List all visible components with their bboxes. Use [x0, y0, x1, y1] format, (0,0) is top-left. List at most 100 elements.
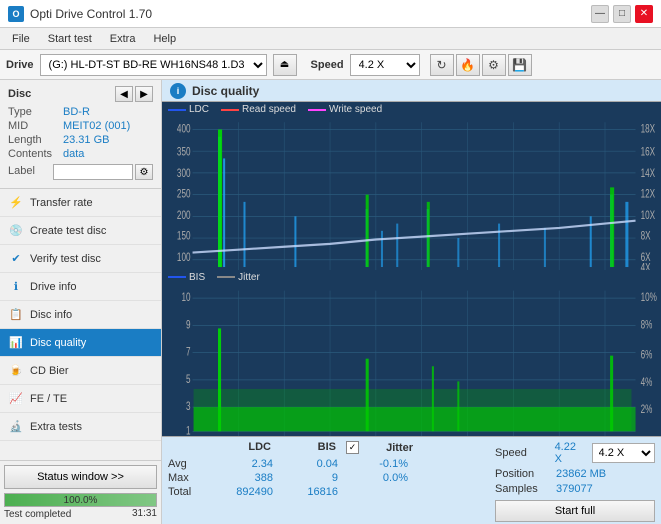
speed-stat-label: Speed — [495, 447, 549, 459]
svg-text:150: 150 — [177, 230, 191, 243]
sidebar-item-disc-quality[interactable]: 📊 Disc quality — [0, 329, 161, 357]
sidebar: Disc ◀ ▶ Type BD-R MID MEIT02 (001) Leng… — [0, 80, 162, 524]
sidebar-item-drive-info[interactable]: ℹ Drive info — [0, 273, 161, 301]
disc-action-icons: ◀ ▶ — [115, 86, 153, 102]
svg-text:2%: 2% — [641, 403, 653, 416]
start-full-button[interactable]: Start full — [495, 500, 655, 522]
close-button[interactable]: ✕ — [635, 5, 653, 23]
stats-bis-header: BIS — [281, 441, 336, 456]
disc-label-input[interactable] — [53, 164, 133, 180]
toolbar-icons: ↻ 🔥 ⚙ 💾 — [430, 54, 532, 76]
sidebar-label-disc-quality: Disc quality — [30, 337, 86, 349]
svg-text:14X: 14X — [641, 168, 656, 181]
disc-title: Disc — [8, 88, 31, 100]
stats-empty-header — [168, 441, 206, 456]
drive-label: Drive — [6, 59, 34, 71]
svg-text:4%: 4% — [641, 376, 653, 389]
svg-text:6%: 6% — [641, 349, 653, 362]
status-window-button[interactable]: Status window >> — [4, 465, 157, 489]
stats-max-bis: 9 — [283, 472, 338, 484]
svg-text:9: 9 — [186, 319, 191, 332]
disc-mid-label: MID — [8, 120, 63, 132]
disc-length-row: Length 23.31 GB — [8, 134, 153, 146]
eject-button[interactable]: ⏏ — [273, 54, 297, 76]
content-area: i Disc quality LDC Read speed — [162, 80, 661, 524]
sidebar-label-verify-test-disc: Verify test disc — [30, 253, 101, 265]
stats-max-label: Max — [168, 472, 208, 484]
stats-avg-label: Avg — [168, 458, 208, 470]
stats-jitter-header: Jitter — [363, 442, 413, 454]
disc-contents-label: Contents — [8, 148, 63, 160]
jitter-checkbox[interactable]: ✓ — [346, 441, 359, 454]
status-time: 31:31 — [132, 508, 157, 519]
disc-contents-value: data — [63, 148, 84, 160]
menu-extra[interactable]: Extra — [102, 31, 144, 47]
burn-button[interactable]: 🔥 — [456, 54, 480, 76]
legend-ldc: LDC — [168, 104, 209, 115]
dual-charts: LDC Read speed Write speed — [162, 102, 661, 436]
speed-stat-value: 4.22 X — [555, 441, 586, 465]
sidebar-item-disc-info[interactable]: 📋 Disc info — [0, 301, 161, 329]
svg-text:10: 10 — [181, 291, 190, 304]
sidebar-label-drive-info: Drive info — [30, 281, 76, 293]
settings-button[interactable]: ⚙ — [482, 54, 506, 76]
write-speed-color — [308, 109, 326, 111]
legend-jitter: Jitter — [217, 272, 260, 283]
legend-jitter-label: Jitter — [238, 272, 260, 283]
chart-top: LDC Read speed Write speed — [162, 102, 661, 270]
stats-total-row: Total 892490 16816 — [168, 486, 487, 498]
sidebar-label-cd-bier: CD Bier — [30, 365, 69, 377]
menu-file[interactable]: File — [4, 31, 38, 47]
sidebar-item-cd-bier[interactable]: 🍺 CD Bier — [0, 357, 161, 385]
svg-text:10%: 10% — [641, 291, 657, 304]
disc-prev-button[interactable]: ◀ — [115, 86, 133, 102]
sidebar-item-create-test-disc[interactable]: 💿 Create test disc — [0, 217, 161, 245]
sidebar-label-transfer-rate: Transfer rate — [30, 197, 93, 209]
stats-table: LDC BIS ✓ Jitter Avg 2.34 0.04 -0.1% — [168, 441, 487, 520]
legend-read-speed: Read speed — [221, 104, 296, 115]
sidebar-label-fe-te: FE / TE — [30, 393, 67, 405]
maximize-button[interactable]: □ — [613, 5, 631, 23]
disc-length-label: Length — [8, 134, 63, 146]
verify-test-disc-icon: ✔ — [8, 251, 24, 267]
disc-contents-row: Contents data — [8, 148, 153, 160]
top-chart-svg: 400 350 300 250 200 150 100 18X 16X 14X … — [162, 115, 661, 282]
create-test-disc-icon: 💿 — [8, 223, 24, 239]
speed-select-toolbar[interactable]: 4.2 X2 X8 X — [350, 54, 420, 76]
refresh-button[interactable]: ↻ — [430, 54, 454, 76]
drive-info-icon: ℹ — [8, 279, 24, 295]
menu-bar: File Start test Extra Help — [0, 28, 661, 50]
position-stat-row: Position 23862 MB — [495, 468, 655, 480]
speed-select-stats[interactable]: 4.2 X — [592, 443, 655, 463]
disc-label-input-row: ⚙ — [53, 164, 153, 180]
title-bar: O Opti Drive Control 1.70 — □ ✕ — [0, 0, 661, 28]
menu-start-test[interactable]: Start test — [40, 31, 100, 47]
disc-next-button[interactable]: ▶ — [135, 86, 153, 102]
sidebar-item-verify-test-disc[interactable]: ✔ Verify test disc — [0, 245, 161, 273]
disc-label-button[interactable]: ⚙ — [135, 164, 153, 180]
disc-type-value: BD-R — [63, 106, 90, 118]
bottom-chart-svg: 10 9 7 5 3 1 10% 8% 6% 4% 2% 0.0 — [162, 283, 661, 437]
stats-avg-jitter: -0.1% — [348, 458, 408, 470]
stats-max-jitter: 0.0% — [348, 472, 408, 484]
disc-type-label: Type — [8, 106, 63, 118]
save-button[interactable]: 💾 — [508, 54, 532, 76]
drive-toolbar: Drive (G:) HL-DT-ST BD-RE WH16NS48 1.D3 … — [0, 50, 661, 80]
sidebar-item-extra-tests[interactable]: 🔬 Extra tests — [0, 413, 161, 441]
legend-write-speed: Write speed — [308, 104, 382, 115]
speed-stat-row: Speed 4.22 X 4.2 X — [495, 441, 655, 465]
minimize-button[interactable]: — — [591, 5, 609, 23]
sidebar-item-transfer-rate[interactable]: ⚡ Transfer rate — [0, 189, 161, 217]
stats-header-row: LDC BIS ✓ Jitter — [168, 441, 487, 456]
disc-quality-title: Disc quality — [192, 84, 259, 98]
samples-stat-label: Samples — [495, 483, 550, 495]
disc-info-icon: 📋 — [8, 307, 24, 323]
menu-help[interactable]: Help — [145, 31, 184, 47]
stats-bar: LDC BIS ✓ Jitter Avg 2.34 0.04 -0.1% — [162, 436, 661, 524]
svg-text:200: 200 — [177, 210, 191, 223]
drive-select[interactable]: (G:) HL-DT-ST BD-RE WH16NS48 1.D3 — [40, 54, 267, 76]
read-speed-color — [221, 109, 239, 111]
progress-bar: 100.0% — [4, 493, 157, 507]
stats-avg-row: Avg 2.34 0.04 -0.1% — [168, 458, 487, 470]
sidebar-item-fe-te[interactable]: 📈 FE / TE — [0, 385, 161, 413]
